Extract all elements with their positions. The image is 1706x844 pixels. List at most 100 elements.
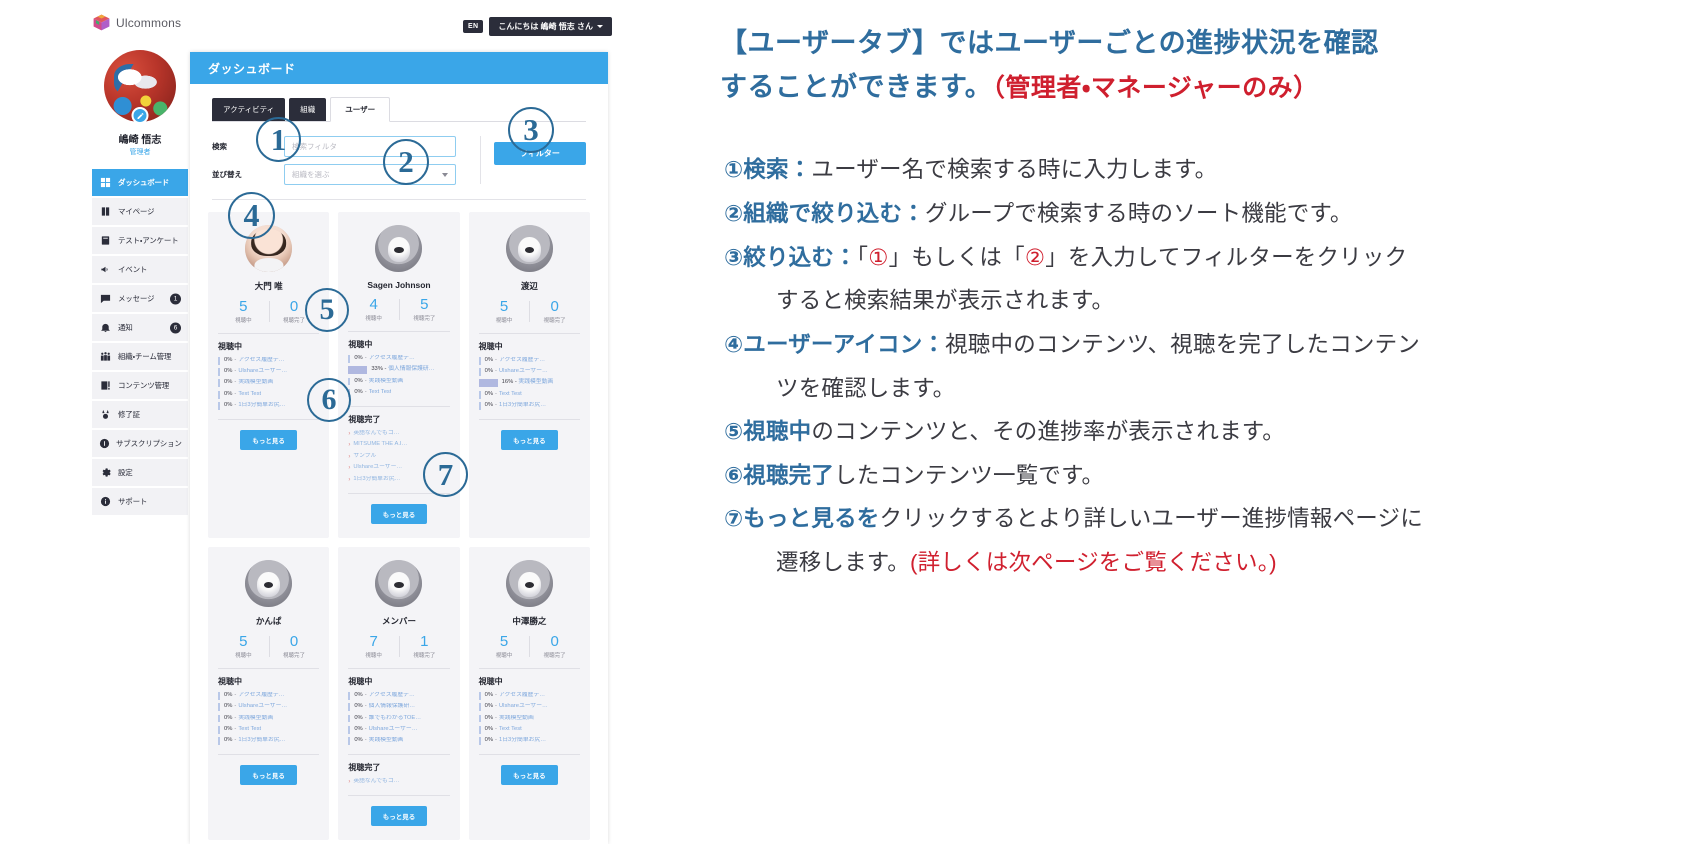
- organization-select[interactable]: 組織を選ぶ: [284, 164, 456, 185]
- tab-organization[interactable]: 組織: [289, 98, 327, 121]
- list-item[interactable]: 0% - アクセス履歴テ…: [348, 691, 449, 700]
- progress-pct: 0%: [224, 703, 233, 710]
- tab-users[interactable]: ユーザー: [330, 97, 391, 122]
- user-card[interactable]: かんぱ 5 視聴中 0 視聴完了 視聴中 0% - アクセス履歴テ… 0% - …: [208, 547, 330, 841]
- top-bar-right: EN こんにちは 嶋崎 悟志 さん: [463, 17, 612, 36]
- list-item[interactable]: 33% - 個人情報保護研…: [348, 366, 449, 375]
- list-item[interactable]: 0% - Text Test: [348, 388, 449, 397]
- user-card[interactable]: 渡辺 5 視聴中 0 視聴完了 視聴中 0% - アクセス履歴テ… 0% - U…: [468, 212, 590, 539]
- user-card[interactable]: 大門 唯 5 視聴中 0 視聴完了 視聴中 0% - アクセス履歴テ… 0% -…: [208, 212, 330, 539]
- profile-avatar[interactable]: [104, 50, 176, 124]
- gear-icon: [99, 467, 112, 478]
- user-avatar[interactable]: [375, 560, 423, 608]
- list-item[interactable]: 0% - Ulshareユーザー…: [348, 725, 449, 734]
- list-item[interactable]: 0% - 実践模型動画: [218, 714, 319, 723]
- more-row: もっと見る: [348, 504, 449, 525]
- user-avatar[interactable]: [505, 225, 553, 272]
- callout-3: 3: [508, 107, 554, 153]
- list-item[interactable]: 0% - Text Test: [478, 725, 580, 734]
- user-greeting-menu[interactable]: こんにちは 嶋崎 悟志 さん: [489, 17, 612, 36]
- more-button[interactable]: もっと見る: [240, 429, 297, 450]
- list-item[interactable]: 0% - アクセス履歴テ…: [348, 354, 449, 363]
- sidebar-item-event[interactable]: イベント: [92, 256, 188, 283]
- sidebar-item-settings[interactable]: 設定: [92, 459, 188, 486]
- progress-pct: 0%: [224, 714, 233, 721]
- list-item[interactable]: › MITSUME THE A.I…: [348, 441, 449, 449]
- sidebar-item-label: ダッシュボード: [118, 178, 170, 187]
- separator: -: [495, 725, 497, 732]
- content-title: 誰でもわかるTOE…: [368, 714, 422, 721]
- list-item[interactable]: 0% - Text Test: [218, 390, 319, 399]
- list-item[interactable]: › 英語なんでもコ…: [348, 778, 449, 786]
- list-item[interactable]: 0% - アクセス履歴テ…: [478, 356, 580, 365]
- list-item[interactable]: 0% - 個人情報保護研…: [348, 703, 449, 712]
- note-keyword: 検索：: [743, 157, 812, 183]
- more-button[interactable]: もっと見る: [240, 764, 297, 785]
- list-item[interactable]: 0% - 実践模型動画: [348, 737, 449, 745]
- sidebar-item-certificate[interactable]: 修了証: [92, 401, 188, 428]
- list-item[interactable]: 0% - Ulshareユーザー…: [478, 703, 580, 712]
- sidebar-item-org-team[interactable]: 組織・チーム管理: [92, 343, 188, 370]
- user-avatar[interactable]: [245, 560, 293, 608]
- divider: [218, 332, 320, 334]
- progress-bar: [218, 379, 220, 388]
- sidebar-item-support[interactable]: サポート: [92, 488, 188, 515]
- sidebar-item-message[interactable]: メッセージ 1: [92, 285, 188, 312]
- list-item[interactable]: 0% -1日3分簡単お尻…: [218, 402, 319, 410]
- search-input[interactable]: 検索フィルタ: [284, 136, 456, 157]
- user-avatar[interactable]: [375, 225, 423, 272]
- more-button[interactable]: もっと見る: [501, 430, 558, 450]
- user-name: 中澤勝之: [512, 616, 547, 627]
- content-title: 個人情報保護研…: [368, 703, 416, 710]
- sidebar-item-notification[interactable]: 通知 6: [92, 314, 188, 341]
- progress-pct: 0%: [224, 368, 233, 375]
- list-item[interactable]: 16% - 実践模型動画: [478, 379, 580, 388]
- organization-select-value: 組織を選ぶ: [292, 170, 330, 179]
- user-card[interactable]: 中澤勝之 5 視聴中 0 視聴完了 視聴中 0% - アクセス履歴テ… 0% -…: [468, 547, 590, 841]
- more-button[interactable]: もっと見る: [501, 764, 558, 785]
- divider: [218, 418, 320, 420]
- list-item[interactable]: 0% -1日3分簡単お尻…: [218, 737, 319, 745]
- list-item[interactable]: 0% - Text Test: [218, 725, 319, 734]
- language-button[interactable]: EN: [463, 20, 484, 33]
- brand-logo-group[interactable]: Ulcommons: [92, 13, 181, 32]
- stat-value: 0: [550, 633, 559, 651]
- stat-value: 7: [369, 633, 378, 651]
- list-item[interactable]: 0% - アクセス履歴テ…: [478, 691, 580, 700]
- list-item[interactable]: 0% - Ulshareユーザー…: [218, 703, 319, 712]
- progress-bar: [348, 703, 351, 712]
- progress-pct: 0%: [354, 714, 363, 721]
- sidebar-item-subscription[interactable]: サブスクリプション: [92, 430, 188, 457]
- list-item[interactable]: 0% - 誰でもわかるTOE…: [348, 714, 449, 723]
- list-item[interactable]: 0% - 実践模型動画: [348, 377, 449, 386]
- user-avatar[interactable]: [505, 560, 553, 608]
- list-item[interactable]: 0% - Ulshareユーザー…: [218, 368, 319, 376]
- user-card[interactable]: メンバー 7 視聴中 1 視聴完了 視聴中 0% - アクセス履歴テ… 0% -…: [338, 547, 460, 841]
- content-title: Ulshareユーザー…: [238, 368, 288, 375]
- list-item[interactable]: 0% - 実践模型動画: [218, 379, 319, 388]
- list-item[interactable]: 0% - アクセス履歴テ…: [218, 691, 319, 700]
- edit-avatar-icon[interactable]: [131, 107, 149, 124]
- sidebar-item-content-management[interactable]: コンテンツ管理: [92, 372, 188, 399]
- sidebar-item-mypage[interactable]: マイページ: [92, 198, 188, 225]
- brand-name: Ulcommons: [116, 15, 182, 30]
- more-button[interactable]: もっと見る: [370, 806, 428, 827]
- list-item[interactable]: 0% - Text Test: [478, 390, 580, 399]
- sidebar-item-label: 設定: [118, 468, 133, 477]
- sidebar-item-test-survey[interactable]: テスト・アンケート: [92, 227, 188, 254]
- list-item[interactable]: 0% - アクセス履歴テ…: [218, 356, 319, 365]
- list-item[interactable]: › 英語なんでもコ…: [348, 430, 449, 438]
- list-item[interactable]: 0% - 実践模型動画: [478, 714, 580, 723]
- list-item[interactable]: 0% -1日3分簡単お尻…: [478, 737, 580, 745]
- separator: -: [364, 691, 367, 698]
- list-item[interactable]: 0% - Ulshareユーザー…: [478, 368, 580, 376]
- note-keyword: 絞り込む：: [743, 244, 857, 270]
- more-button[interactable]: もっと見る: [370, 504, 428, 525]
- list-item[interactable]: 0% -1日3分簡単お尻…: [478, 402, 580, 410]
- note-text: のコンテンツと、その進捗率が表示されます。: [811, 419, 1285, 445]
- divider: [478, 419, 580, 420]
- chevron-right-icon: ›: [348, 465, 351, 472]
- progress-bar: [218, 703, 220, 712]
- more-row: もっと見る: [218, 764, 319, 785]
- sidebar-item-dashboard[interactable]: ダッシュボード: [92, 169, 188, 196]
